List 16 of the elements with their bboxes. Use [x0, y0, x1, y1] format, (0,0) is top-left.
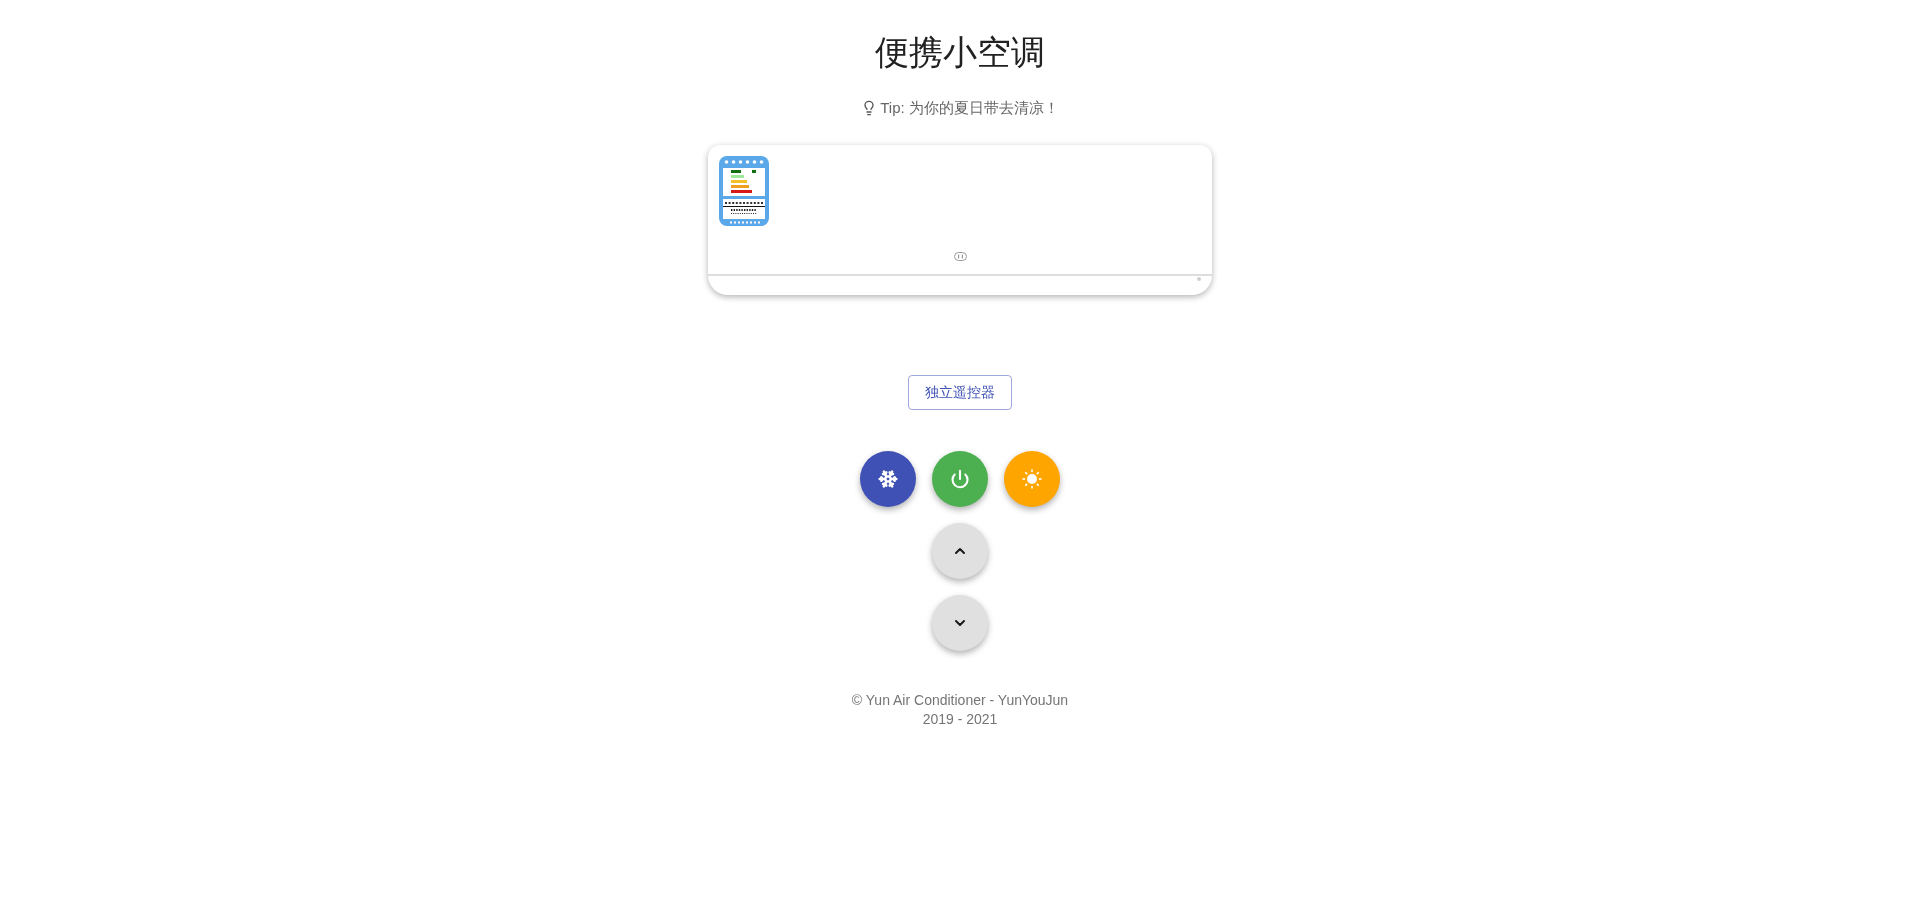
page-title: 便携小空调 — [875, 32, 1045, 72]
energy-label-icon — [719, 156, 769, 226]
temperature-down-button[interactable] — [932, 595, 988, 651]
heat-mode-button[interactable] — [1004, 451, 1060, 507]
indicator-icon — [953, 252, 967, 261]
dot-icon — [1197, 277, 1201, 281]
cool-mode-button[interactable] — [860, 451, 916, 507]
tip-text: Tip: 为你的夏日带去清凉！ — [880, 98, 1059, 118]
power-icon — [950, 469, 970, 489]
snowflake-icon — [878, 469, 898, 489]
footer-text: 2019 - 2021 — [922, 710, 998, 729]
temperature-up-button[interactable] — [932, 523, 988, 579]
footer-text: © Yun Air Conditioner - YunYouJun — [851, 691, 1069, 710]
power-button[interactable] — [932, 451, 988, 507]
sun-icon — [1022, 469, 1042, 489]
remote-control-button[interactable]: 独立遥控器 — [908, 375, 1012, 410]
